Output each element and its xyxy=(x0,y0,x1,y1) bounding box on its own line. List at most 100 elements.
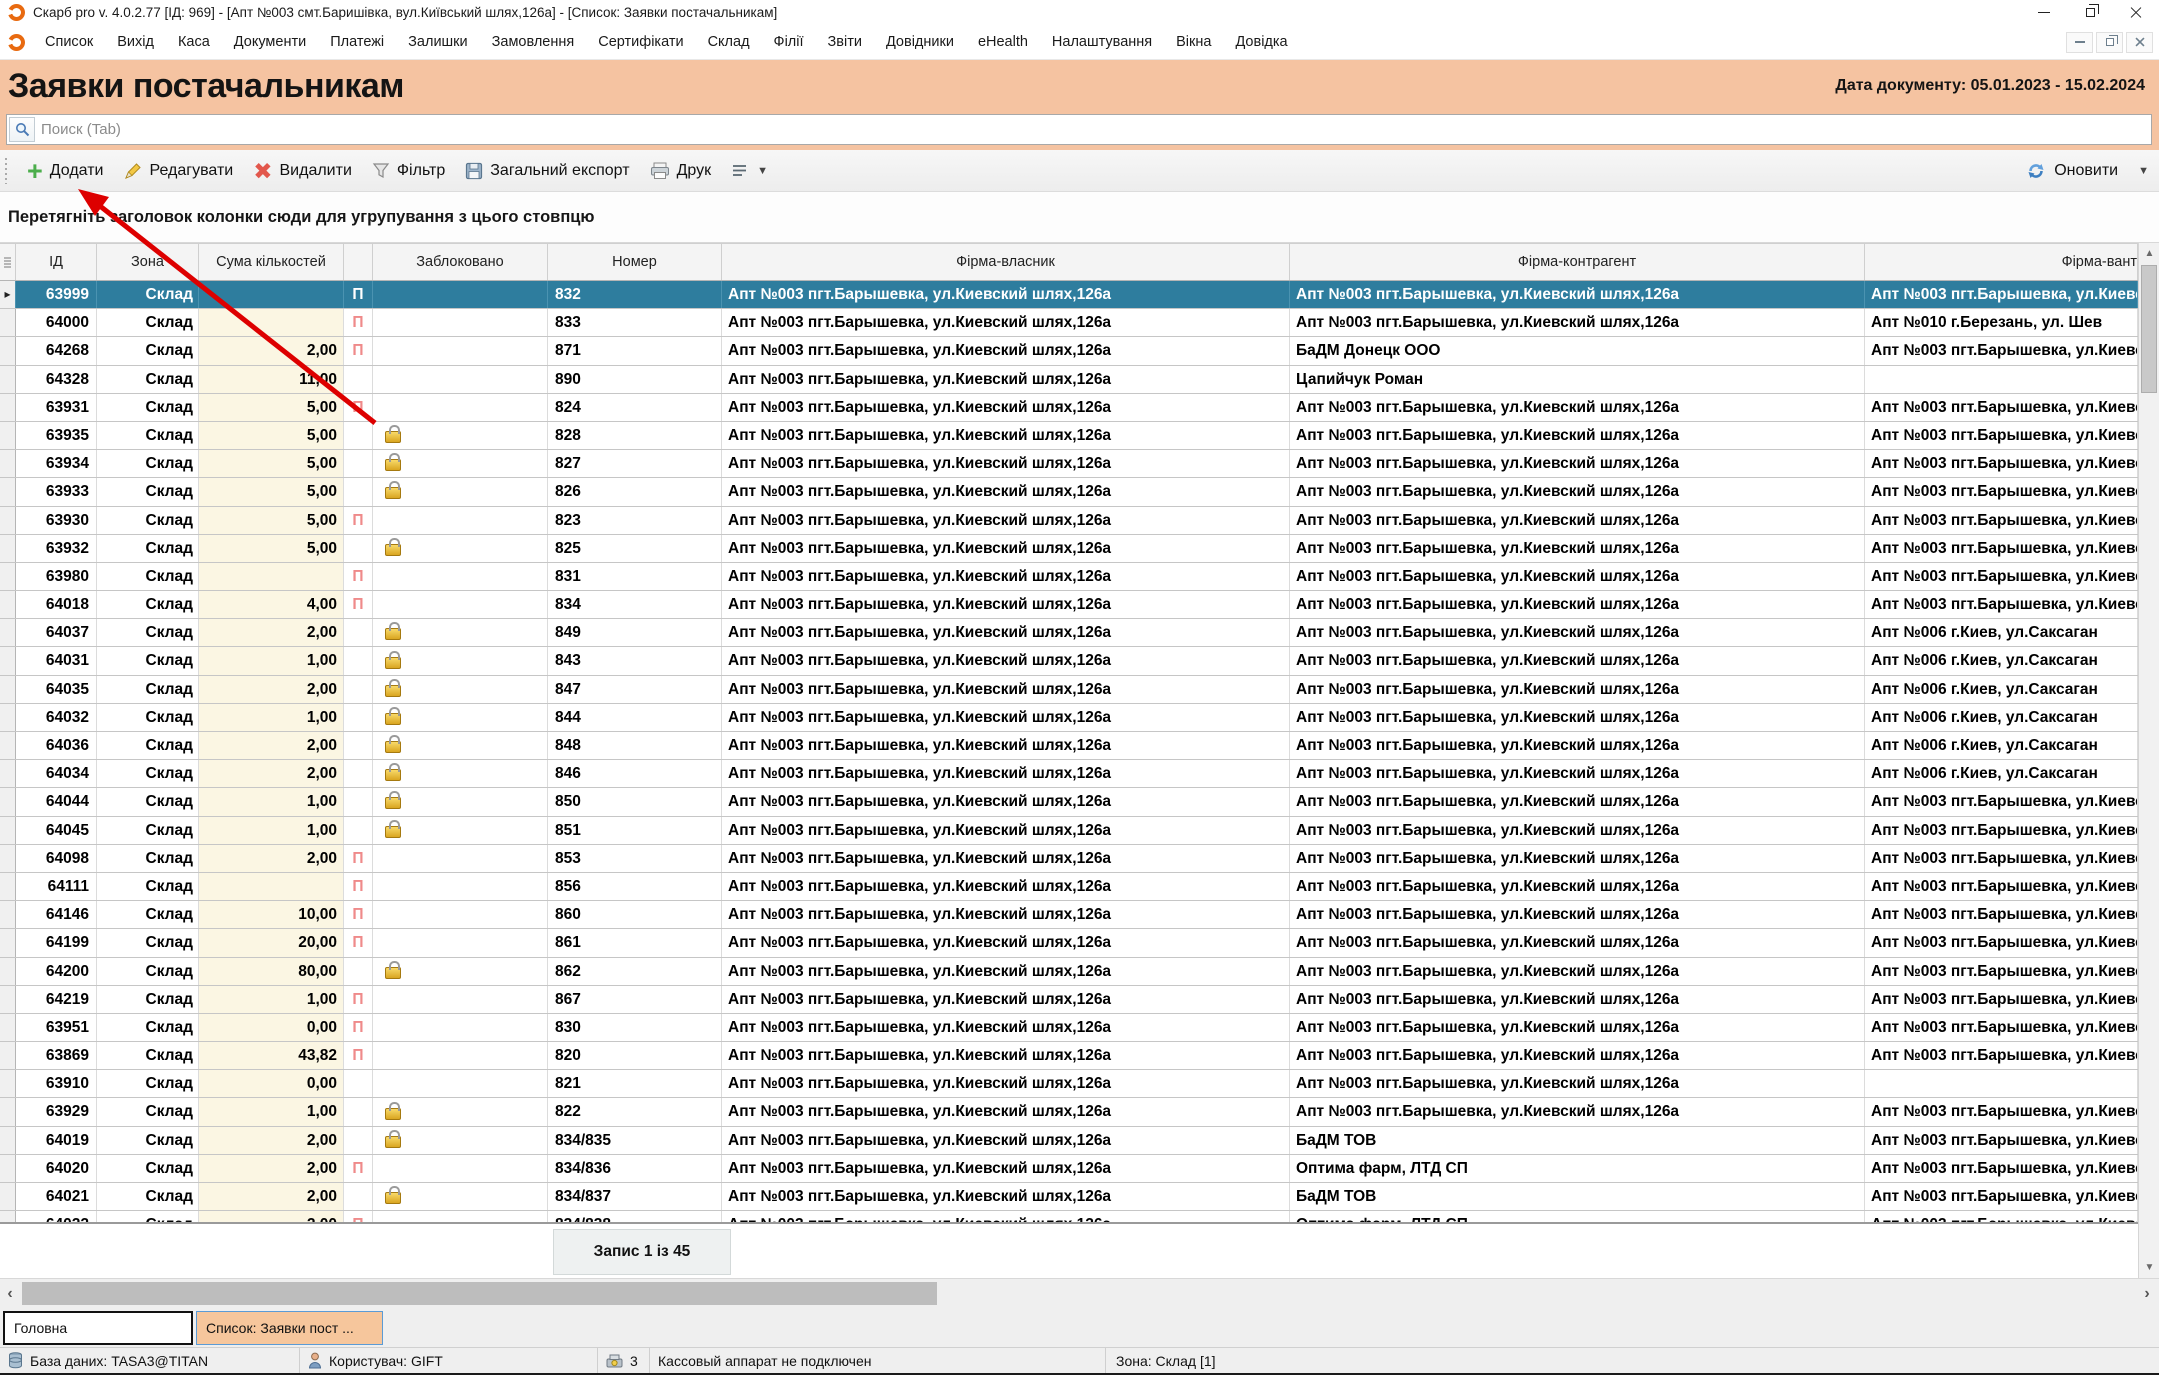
menu-item-14[interactable]: Вікна xyxy=(1164,34,1223,50)
menu-item-12[interactable]: eHealth xyxy=(966,34,1040,50)
status-database: База даних: TASA3@TITAN xyxy=(0,1348,300,1373)
refresh-button[interactable]: Оновити xyxy=(2015,154,2128,188)
menu-item-2[interactable]: Каса xyxy=(166,34,222,50)
menu-item-10[interactable]: Звіти xyxy=(816,34,874,50)
row-select-marker xyxy=(0,1183,16,1210)
refresh-dropdown-icon[interactable]: ▼ xyxy=(2138,165,2149,177)
table-row[interactable]: 64020Склад2,00П834/836Апт №003 пгт.Барыш… xyxy=(0,1155,2138,1183)
scroll-left-icon[interactable]: ‹ xyxy=(0,1279,20,1308)
table-row[interactable]: 64268Склад2,00П871Апт №003 пгт.Барышевка… xyxy=(0,337,2138,365)
view-options-button[interactable]: ▼ xyxy=(721,154,778,188)
table-row[interactable]: 63869Склад43,82П820Апт №003 пгт.Барышевк… xyxy=(0,1042,2138,1070)
menu-item-4[interactable]: Платежі xyxy=(318,34,396,50)
menu-item-15[interactable]: Довідка xyxy=(1223,34,1299,50)
cell-consignee-firm: Апт №003 пгт.Барышевка, ул.Киевский шлях… xyxy=(1865,817,2138,844)
table-row[interactable]: 63910Склад0,00821Апт №003 пгт.Барышевка,… xyxy=(0,1070,2138,1098)
cell-number: 834 xyxy=(548,591,722,618)
scroll-down-icon[interactable]: ▼ xyxy=(2139,1257,2159,1278)
mdi-close-button[interactable] xyxy=(2126,32,2153,53)
table-row[interactable]: 64146Склад10,00П860Апт №003 пгт.Барышевк… xyxy=(0,901,2138,929)
table-row[interactable]: 64037Склад2,00849Апт №003 пгт.Барышевка,… xyxy=(0,619,2138,647)
table-row[interactable]: 64036Склад2,00848Апт №003 пгт.Барышевка,… xyxy=(0,732,2138,760)
horizontal-scroll-thumb[interactable] xyxy=(22,1282,937,1305)
mdi-minimize-button[interactable] xyxy=(2066,32,2093,53)
export-button[interactable]: Загальний експорт xyxy=(455,154,639,188)
vertical-scroll-thumb[interactable] xyxy=(2141,265,2157,393)
table-row[interactable]: 64199Склад20,00П861Апт №003 пгт.Барышевк… xyxy=(0,929,2138,957)
menu-item-8[interactable]: Склад xyxy=(696,34,762,50)
column-header-zone[interactable]: Зона xyxy=(97,244,199,280)
table-row[interactable]: 63951Склад0,00П830Апт №003 пгт.Барышевка… xyxy=(0,1014,2138,1042)
search-input[interactable]: Поиск (Tab) xyxy=(6,114,2152,145)
scroll-right-icon[interactable]: › xyxy=(2137,1279,2157,1308)
close-button[interactable] xyxy=(2113,0,2159,25)
column-header-p[interactable] xyxy=(344,244,373,280)
menu-item-6[interactable]: Замовлення xyxy=(480,34,587,50)
table-row[interactable]: 64200Склад80,00862Апт №003 пгт.Барышевка… xyxy=(0,958,2138,986)
table-row[interactable]: 64111СкладП856Апт №003 пгт.Барышевка, ул… xyxy=(0,873,2138,901)
tab-home[interactable]: Головна xyxy=(3,1311,193,1345)
mdi-restore-button[interactable] xyxy=(2096,32,2123,53)
table-row[interactable]: 63934Склад5,00827Апт №003 пгт.Барышевка,… xyxy=(0,450,2138,478)
table-row[interactable]: 63980СкладП831Апт №003 пгт.Барышевка, ул… xyxy=(0,563,2138,591)
horizontal-scrollbar[interactable]: ‹ › xyxy=(0,1278,2159,1308)
table-row[interactable]: 64045Склад1,00851Апт №003 пгт.Барышевка,… xyxy=(0,817,2138,845)
table-row[interactable]: 64031Склад1,00843Апт №003 пгт.Барышевка,… xyxy=(0,647,2138,675)
column-header-id[interactable]: ІД xyxy=(16,244,97,280)
add-button[interactable]: + Додати xyxy=(17,154,114,188)
column-header-contragent-firm[interactable]: Фірма-контрагент xyxy=(1290,244,1865,280)
table-row[interactable]: ▸63999СкладП832Апт №003 пгт.Барышевка, у… xyxy=(0,281,2138,309)
toolbar-grip-handle[interactable] xyxy=(4,158,9,184)
column-header-owner-firm[interactable]: Фірма-власник xyxy=(722,244,1290,280)
cell-contragent-firm: Апт №003 пгт.Барышевка, ул.Киевский шлях… xyxy=(1290,732,1865,759)
table-row[interactable]: 64044Склад1,00850Апт №003 пгт.Барышевка,… xyxy=(0,788,2138,816)
table-row[interactable]: 64018Склад4,00П834Апт №003 пгт.Барышевка… xyxy=(0,591,2138,619)
cell-contragent-firm: Апт №003 пгт.Барышевка, ул.Киевский шлях… xyxy=(1290,1070,1865,1097)
table-row[interactable]: 63932Склад5,00825Апт №003 пгт.Барышевка,… xyxy=(0,535,2138,563)
scroll-up-icon[interactable]: ▲ xyxy=(2139,243,2159,264)
menu-item-7[interactable]: Сертифікати xyxy=(586,34,695,50)
table-row[interactable]: 63930Склад5,00П823Апт №003 пгт.Барышевка… xyxy=(0,507,2138,535)
restore-button[interactable] xyxy=(2067,0,2113,25)
table-row[interactable]: 64219Склад1,00П867Апт №003 пгт.Барышевка… xyxy=(0,986,2138,1014)
menu-item-13[interactable]: Налаштування xyxy=(1040,34,1164,50)
menu-item-1[interactable]: Вихід xyxy=(105,34,166,50)
table-row[interactable]: 64035Склад2,00847Апт №003 пгт.Барышевка,… xyxy=(0,676,2138,704)
table-row[interactable]: 64022Склад2,00П834/838Апт №003 пгт.Барыш… xyxy=(0,1211,2138,1222)
cell-p-marker: П xyxy=(344,337,373,364)
menu-item-9[interactable]: Філії xyxy=(762,34,816,50)
edit-button[interactable]: Редагувати xyxy=(114,154,244,188)
print-button[interactable]: Друк xyxy=(640,154,722,188)
cell-consignee-firm: Апт №006 г.Киев, ул.Саксаган xyxy=(1865,760,2138,787)
column-header-number[interactable]: Номер xyxy=(548,244,722,280)
app-logo-icon xyxy=(8,34,25,51)
table-row[interactable]: 64021Склад2,00834/837Апт №003 пгт.Барыше… xyxy=(0,1183,2138,1211)
menu-item-5[interactable]: Залишки xyxy=(396,34,479,50)
menu-item-0[interactable]: Список xyxy=(33,34,105,50)
table-row[interactable]: 64328Склад11,00890Апт №003 пгт.Барышевка… xyxy=(0,366,2138,394)
column-header-qty[interactable]: Сума кількостей xyxy=(199,244,344,280)
table-row[interactable]: 63935Склад5,00828Апт №003 пгт.Барышевка,… xyxy=(0,422,2138,450)
table-row[interactable]: 64098Склад2,00П853Апт №003 пгт.Барышевка… xyxy=(0,845,2138,873)
table-row[interactable]: 63933Склад5,00826Апт №003 пгт.Барышевка,… xyxy=(0,478,2138,506)
table-row[interactable]: 63929Склад1,00822Апт №003 пгт.Барышевка,… xyxy=(0,1098,2138,1126)
tab-list-active[interactable]: Список: Заявки пост ... xyxy=(196,1311,383,1345)
cell-blocked xyxy=(373,873,548,900)
cell-owner-firm: Апт №003 пгт.Барышевка, ул.Киевский шлях… xyxy=(722,929,1290,956)
vertical-scrollbar[interactable]: ▲ ▼ xyxy=(2138,243,2159,1278)
cell-p-marker: П xyxy=(344,309,373,336)
menu-item-11[interactable]: Довідники xyxy=(874,34,966,50)
menu-item-3[interactable]: Документи xyxy=(222,34,318,50)
column-header-consignee-firm[interactable]: Фірма-вант xyxy=(1865,244,2138,280)
delete-button[interactable]: ✖ Видалити xyxy=(243,154,362,188)
cell-owner-firm: Апт №003 пгт.Барышевка, ул.Киевский шлях… xyxy=(722,1098,1290,1125)
table-row[interactable]: 64000СкладП833Апт №003 пгт.Барышевка, ул… xyxy=(0,309,2138,337)
column-header-blocked[interactable]: Заблоковано xyxy=(373,244,548,280)
minimize-button[interactable] xyxy=(2021,0,2067,25)
table-row[interactable]: 64019Склад2,00834/835Апт №003 пгт.Барыше… xyxy=(0,1127,2138,1155)
table-row[interactable]: 64034Склад2,00846Апт №003 пгт.Барышевка,… xyxy=(0,760,2138,788)
table-row[interactable]: 63931Склад5,00П824Апт №003 пгт.Барышевка… xyxy=(0,394,2138,422)
group-by-bar[interactable]: Перетягніть заголовок колонки сюди для у… xyxy=(0,192,2159,243)
filter-button[interactable]: Фільтр xyxy=(362,154,455,188)
table-row[interactable]: 64032Склад1,00844Апт №003 пгт.Барышевка,… xyxy=(0,704,2138,732)
